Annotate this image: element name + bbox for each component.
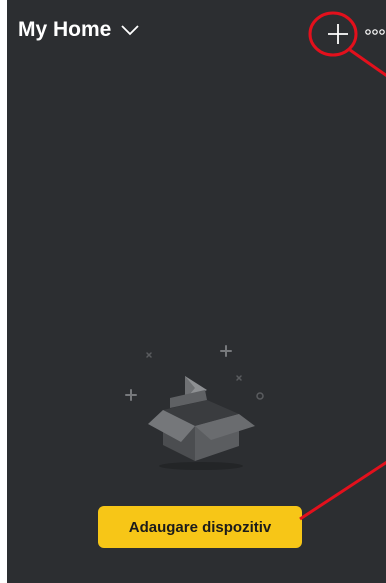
add-button[interactable] xyxy=(318,14,358,54)
more-dots-icon xyxy=(365,29,385,35)
empty-box-icon xyxy=(125,345,264,470)
app-screen: My Home Adaugare dispozitiv xyxy=(0,0,386,583)
add-device-button[interactable]: Adaugare dispozitiv xyxy=(98,506,302,548)
chevron-down-icon xyxy=(121,25,139,36)
top-bar: My Home xyxy=(7,0,386,64)
home-selector[interactable]: My Home xyxy=(18,18,139,42)
more-button[interactable] xyxy=(363,22,386,42)
home-title: My Home xyxy=(18,18,112,41)
plus-icon xyxy=(328,24,348,44)
left-border xyxy=(0,0,7,583)
